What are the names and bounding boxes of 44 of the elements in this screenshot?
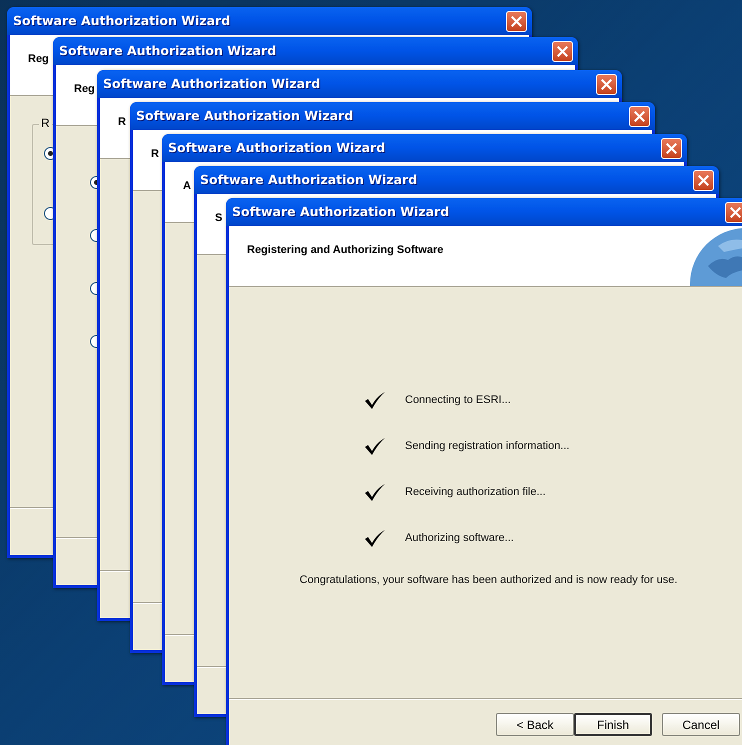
close-button[interactable] bbox=[725, 202, 742, 222]
window-title: Software Authorization Wizard bbox=[103, 74, 320, 93]
window-title: Software Authorization Wizard bbox=[13, 12, 230, 30]
close-icon bbox=[698, 174, 709, 186]
radio-button[interactable] bbox=[90, 176, 97, 189]
step-label: Receiving authorization file... bbox=[405, 485, 546, 500]
window-title: Software Authorization Wizard bbox=[168, 138, 386, 157]
radio-button[interactable] bbox=[44, 147, 53, 160]
page-heading: S bbox=[215, 211, 222, 226]
close-icon bbox=[557, 46, 568, 56]
step-label: Sending registration information... bbox=[405, 439, 570, 454]
close-button[interactable] bbox=[552, 40, 573, 62]
close-icon bbox=[634, 110, 645, 122]
close-icon bbox=[601, 78, 612, 90]
page-heading: R bbox=[118, 115, 126, 130]
window-title: Software Authorization Wizard bbox=[136, 106, 354, 125]
window-title: Software Authorization Wizard bbox=[59, 42, 276, 60]
radio-button[interactable] bbox=[90, 229, 97, 242]
page-heading: R bbox=[151, 147, 159, 162]
globe-drawing bbox=[688, 226, 742, 286]
page-heading: Reg bbox=[28, 52, 49, 67]
dialog-button[interactable]: Cancel bbox=[662, 713, 740, 736]
close-button[interactable] bbox=[629, 106, 650, 126]
page-heading: Registering and Authorizing Software bbox=[247, 243, 444, 258]
radio-button[interactable] bbox=[90, 335, 97, 348]
radio-button[interactable] bbox=[44, 207, 53, 220]
close-icon bbox=[730, 206, 741, 218]
dialog-button[interactable]: < Back bbox=[496, 713, 574, 736]
close-icon bbox=[666, 142, 677, 154]
window-title: Software Authorization Wizard bbox=[200, 170, 418, 189]
close-button[interactable] bbox=[506, 10, 527, 32]
window-title: Software Authorization Wizard bbox=[232, 202, 450, 221]
close-button[interactable] bbox=[661, 138, 682, 158]
status-message: Congratulations, your software has been authorized and is now ready for use. bbox=[300, 573, 678, 588]
close-button[interactable] bbox=[693, 170, 714, 190]
page-heading: Reg bbox=[74, 82, 95, 97]
step-label: Connecting to ESRI... bbox=[405, 393, 511, 408]
close-icon bbox=[511, 16, 522, 26]
group-label: R bbox=[39, 117, 52, 129]
close-button[interactable] bbox=[596, 74, 617, 94]
step-label: Authorizing software... bbox=[405, 531, 514, 546]
page-heading: A bbox=[183, 179, 191, 194]
radio-button[interactable] bbox=[90, 282, 97, 295]
dialog-button[interactable]: Finish bbox=[574, 713, 652, 736]
